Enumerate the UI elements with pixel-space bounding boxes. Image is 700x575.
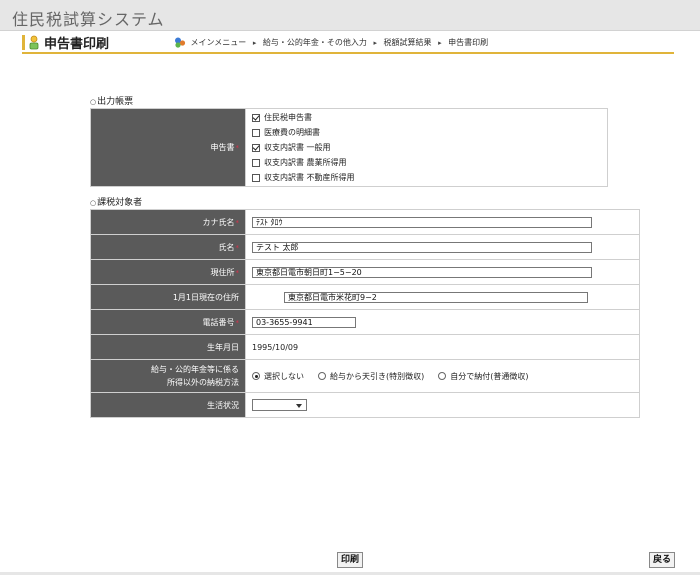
checkbox-icon[interactable] [252, 143, 260, 152]
required-marker: * [235, 218, 240, 227]
required-marker: * [235, 243, 240, 252]
phone-label-cell: 電話番号* [90, 309, 246, 335]
header-accent-bar [22, 35, 25, 50]
checkbox-label: 収支内訳書 農業所得用 [264, 158, 347, 167]
person-icon [29, 35, 39, 50]
radio-label: 自分で納付(普通徴収) [450, 371, 529, 381]
section-title-text: 課税対象者 [97, 198, 143, 208]
breadcrumb: メインメニュー ▸ 給与・公的年金・その他入力 ▸ 税額試算結果 ▸ 申告書印刷 [174, 37, 488, 48]
checkbox-label: 住民税申告書 [264, 113, 312, 122]
address-label-cell: 現住所* [90, 259, 246, 285]
address-label: 現住所 [210, 267, 235, 277]
breadcrumb-separator-icon: ▸ [438, 39, 442, 47]
radio-option-none[interactable]: 選択しない [252, 371, 304, 382]
required-marker: * [235, 268, 240, 277]
app-header: 住民税試算システム [0, 0, 700, 31]
checkbox-income-statement-real-estate[interactable]: 収支内訳書 不動産所得用 [252, 170, 607, 185]
checkbox-label: 収支内訳書 不動産所得用 [264, 173, 355, 182]
checkbox-income-statement-general[interactable]: 収支内訳書 一般用 [252, 140, 607, 155]
payment-method-label-line2: 所得以外の納税方法 [167, 378, 239, 387]
radio-icon[interactable] [318, 372, 326, 380]
checkbox-icon[interactable] [252, 158, 260, 167]
kana-name-input[interactable]: ﾃｽﾄ ﾀﾛｳ [252, 216, 592, 228]
radio-icon[interactable] [252, 372, 260, 380]
chevron-down-icon [296, 404, 302, 408]
bullet-icon: ○ [90, 98, 97, 106]
name-input[interactable]: テスト 太郎 [252, 241, 592, 253]
birth-date-label-cell: 生年月日 [90, 334, 246, 360]
taxpayer-table: カナ氏名* ﾃｽﾄ ﾀﾛｳ 氏名* テスト 太郎 現住所* 東京都日電市朝日町1… [90, 209, 640, 418]
menu-icon [175, 37, 186, 48]
checkbox-label: 医療費の明細書 [264, 128, 320, 137]
name-label-cell: 氏名* [90, 234, 246, 260]
address-input[interactable]: 東京都日電市朝日町1−5−20 [252, 266, 592, 278]
living-status-label-cell: 生活状況 [90, 392, 246, 418]
bullet-icon: ○ [90, 199, 97, 207]
breadcrumb-separator-icon: ▸ [373, 39, 377, 47]
section-title-taxpayer: ○課税対象者 [90, 195, 142, 208]
checkbox-icon[interactable] [252, 113, 260, 122]
page-title: 申告書印刷 [44, 37, 110, 52]
back-button[interactable]: 戻る [649, 552, 676, 568]
output-forms-options: 住民税申告書 医療費の明細書 収支内訳書 一般用 収支内訳書 農業所得用 収支内… [245, 108, 608, 187]
checkbox-icon[interactable] [252, 173, 260, 182]
required-marker: * [235, 318, 240, 327]
section-title-output-forms: ○出力帳票 [90, 94, 133, 107]
output-forms-label: 申告書 [210, 143, 235, 152]
payment-method-label-cell: 給与・公的年金等に係る 所得以外の納税方法 [90, 359, 246, 393]
app-title: 住民税試算システム [12, 10, 165, 29]
living-status-select[interactable] [252, 399, 307, 411]
jan1-address-label: 1月1日現在の住所 [172, 292, 239, 302]
payment-method-radio-group: 選択しない 給与から天引き(特別徴収) 自分で納付(普通徴収) [252, 371, 639, 382]
birth-date-label: 生年月日 [207, 342, 239, 352]
checkbox-label: 収支内訳書 一般用 [264, 143, 331, 152]
phone-label: 電話番号 [202, 317, 235, 327]
breadcrumb-current: 申告書印刷 [448, 38, 489, 47]
required-marker: * [235, 144, 240, 152]
breadcrumb-separator-icon: ▸ [252, 39, 257, 47]
print-button[interactable]: 印刷 [337, 552, 364, 568]
checkbox-income-statement-agriculture[interactable]: 収支内訳書 農業所得用 [252, 155, 607, 170]
output-forms-table: 申告書* 住民税申告書 医療費の明細書 収支内訳書 一般用 収支内訳書 農業所得… [90, 108, 608, 187]
radio-option-special-collection[interactable]: 給与から天引き(特別徴収) [318, 371, 424, 382]
breadcrumb-main-menu[interactable]: メインメニュー [191, 38, 247, 47]
radio-label: 給与から天引き(特別徴収) [330, 371, 425, 381]
jan1-address-label-cell: 1月1日現在の住所 [90, 284, 246, 310]
phone-input[interactable]: 03-3655-9941 [252, 316, 356, 328]
radio-icon[interactable] [438, 372, 447, 380]
breadcrumb-income-input[interactable]: 給与・公的年金・その他入力 [263, 38, 367, 47]
radio-option-ordinary-collection[interactable]: 自分で納付(普通徴収) [438, 371, 529, 382]
name-label: 氏名 [218, 242, 235, 252]
kana-name-label-cell: カナ氏名* [90, 209, 246, 235]
output-forms-label-cell: 申告書* [90, 108, 246, 187]
checkbox-medical-expense-statement[interactable]: 医療費の明細書 [252, 125, 607, 140]
kana-name-label: カナ氏名 [202, 217, 235, 227]
jan1-address-input[interactable]: 東京都日電市米花町9−2 [284, 291, 588, 303]
section-title-text: 出力帳票 [97, 97, 134, 107]
page-header: 申告書印刷 メインメニュー ▸ 給与・公的年金・その他入力 ▸ 税額試算結果 ▸… [22, 33, 674, 54]
checkbox-icon[interactable] [252, 128, 260, 137]
radio-label: 選択しない [264, 371, 304, 381]
checkbox-resident-tax-return[interactable]: 住民税申告書 [252, 110, 607, 125]
payment-method-label-line1: 給与・公的年金等に係る [151, 365, 239, 374]
breadcrumb-tax-result[interactable]: 税額試算結果 [384, 38, 432, 47]
living-status-label: 生活状況 [207, 400, 239, 410]
birth-date-value: 1995/10/09 [252, 342, 299, 352]
